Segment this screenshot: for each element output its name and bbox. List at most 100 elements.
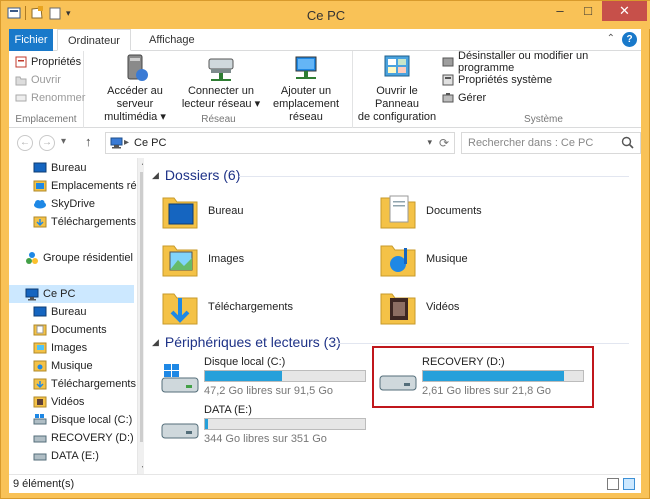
tab-view[interactable]: Affichage — [139, 29, 205, 51]
cloud-icon — [33, 197, 47, 211]
status-bar: 9 élément(s) — [9, 474, 641, 493]
folder-music[interactable]: Musique — [378, 236, 468, 282]
collapse-chevron-icon[interactable]: ◢ — [152, 170, 159, 181]
group-system: Ouvrir le Panneau de configuration Désin… — [354, 50, 643, 128]
details-view-icon[interactable] — [607, 478, 619, 490]
computer-icon — [25, 287, 39, 301]
nav-item-pictures[interactable]: Images — [33, 339, 87, 357]
nav-item-label: Bureau — [51, 306, 87, 318]
nav-item-desktop[interactable]: Bureau — [33, 303, 86, 321]
nav-item-label: Disque local (C:) — [51, 414, 133, 426]
nav-item-drive-d[interactable]: RECOVERY (D:) — [33, 429, 134, 447]
homegroup-icon — [25, 251, 39, 265]
folder-documents[interactable]: Documents — [378, 188, 482, 234]
ribbon-collapse-icon[interactable]: ⌃ — [607, 33, 615, 44]
nav-item-documents[interactable]: Documents — [33, 321, 107, 339]
recent-locations-icon[interactable]: ▾ — [61, 136, 66, 147]
control-panel-icon — [381, 53, 413, 83]
drive-icon — [160, 412, 200, 444]
control-panel-label-2: de configuration — [357, 111, 437, 123]
recent-places-icon — [33, 179, 47, 193]
tab-computer[interactable]: Ordinateur — [57, 29, 131, 51]
search-box[interactable]: Rechercher dans : Ce PC — [461, 132, 641, 154]
address-bar[interactable]: ▸ Ce PC ▾ ⟳ — [105, 132, 455, 154]
nav-item-desktop-fav[interactable]: Bureau — [33, 159, 86, 177]
documents-folder-icon — [33, 323, 47, 337]
search-icon[interactable] — [621, 136, 634, 152]
folder-label: Téléchargements — [208, 301, 293, 313]
manage-icon — [442, 92, 454, 104]
tiles-view-icon[interactable] — [623, 478, 635, 490]
nav-item-label: Téléchargements — [51, 378, 136, 390]
nav-item-downloads-fav[interactable]: Téléchargements — [33, 213, 136, 231]
media-server-label: Accéder au serveur — [107, 85, 163, 110]
downloads-folder-icon — [33, 215, 47, 229]
uninstall-program-button[interactable]: Désinstaller ou modifier un programme — [442, 50, 643, 74]
nav-item-drive-c[interactable]: Disque local (C:) — [33, 411, 132, 429]
search-input[interactable]: Rechercher dans : Ce PC — [468, 137, 593, 149]
forward-button[interactable]: → — [39, 135, 55, 151]
properties-button[interactable]: Propriétés — [15, 53, 81, 71]
nav-item-skydrive[interactable]: SkyDrive — [33, 195, 95, 213]
nav-item-music[interactable]: Musique — [33, 357, 93, 375]
drive-c[interactable]: Disque local (C:) 47,2 Go libres sur 91,… — [160, 356, 380, 402]
navigation-bar: ← → ▾ ↑ ▸ Ce PC ▾ ⟳ Rechercher dans : Ce… — [9, 128, 641, 158]
window-controls: – □ ✕ — [546, 1, 647, 21]
folders-section-header[interactable]: ◢ Dossiers (6) — [152, 167, 240, 183]
nav-item-videos[interactable]: Vidéos — [33, 393, 84, 411]
map-drive-button[interactable]: Connecter un lecteur réseau ▾ — [181, 53, 261, 111]
rename-button[interactable]: Renommer — [15, 89, 85, 107]
address-dropdown-icon[interactable]: ▾ — [427, 137, 432, 148]
maximize-button[interactable]: □ — [574, 1, 602, 21]
group-label-network: Réseau — [201, 114, 236, 125]
nav-item-drive-e[interactable]: DATA (E:) — [33, 447, 99, 465]
navigation-pane: Bureau Emplacements ré SkyDrive Téléchar… — [9, 158, 149, 474]
explorer-window: ▾ Ce PC – □ ✕ Fichier Ordinateur Afficha… — [0, 0, 650, 499]
close-button[interactable]: ✕ — [602, 1, 647, 21]
folder-pictures[interactable]: Images — [160, 236, 244, 282]
manage-button[interactable]: Gérer — [442, 89, 486, 107]
folder-videos[interactable]: Vidéos — [378, 284, 459, 330]
system-drive-icon — [160, 364, 200, 396]
item-count: 9 élément(s) — [13, 478, 75, 490]
drive-e[interactable]: DATA (E:) 344 Go libres sur 351 Go — [160, 404, 380, 450]
add-network-location-label: Ajouter un — [280, 85, 332, 97]
computer-icon — [110, 137, 123, 152]
nav-item-label: Ce PC — [43, 288, 76, 300]
up-button[interactable]: ↑ — [85, 134, 92, 149]
desktop-folder-icon — [160, 190, 200, 232]
refresh-icon[interactable]: ⟳ — [439, 136, 449, 150]
breadcrumb-separator-icon: ▸ — [124, 137, 130, 148]
breadcrumb[interactable]: Ce PC — [134, 137, 166, 149]
drives-section-title: Périphériques et lecteurs (3) — [164, 334, 341, 350]
nav-item-homegroup[interactable]: Groupe résidentiel — [25, 249, 133, 267]
downloads-folder-icon — [33, 377, 47, 391]
nav-item-label: RECOVERY (D:) — [51, 432, 134, 444]
folder-downloads[interactable]: Téléchargements — [160, 284, 293, 330]
drive-free-space: 344 Go libres sur 351 Go — [204, 433, 327, 445]
help-icon[interactable]: ? — [622, 32, 637, 47]
ribbon-tabs: Fichier Ordinateur Affichage ⌃ ? — [9, 29, 641, 51]
tab-file[interactable]: Fichier — [9, 29, 53, 51]
control-panel-button[interactable]: Ouvrir le Panneau de configuration — [354, 53, 440, 124]
drives-section-header[interactable]: ◢ Périphériques et lecteurs (3) — [152, 334, 341, 350]
nav-item-recent-places[interactable]: Emplacements ré — [33, 177, 137, 195]
nav-item-this-pc[interactable]: Ce PC — [9, 285, 134, 303]
map-drive-label-2: lecteur réseau ▾ — [181, 98, 261, 110]
open-button[interactable]: Ouvrir — [15, 71, 61, 89]
manage-label: Gérer — [458, 92, 487, 104]
rename-label: Renommer — [31, 92, 86, 104]
folders-section-title: Dossiers (6) — [164, 167, 241, 183]
minimize-button[interactable]: – — [546, 1, 574, 21]
nav-item-label: Documents — [51, 324, 107, 336]
group-label-location: Emplacement — [15, 114, 77, 125]
pictures-folder-icon — [160, 238, 200, 280]
folder-desktop[interactable]: Bureau — [160, 188, 243, 234]
network-location-icon — [290, 53, 322, 83]
back-button[interactable]: ← — [17, 135, 33, 151]
collapse-chevron-icon[interactable]: ◢ — [152, 337, 159, 348]
media-server-icon — [119, 53, 151, 83]
nav-item-label: SkyDrive — [51, 198, 96, 210]
nav-item-downloads[interactable]: Téléchargements — [33, 375, 136, 393]
system-properties-button[interactable]: Propriétés système — [442, 71, 552, 89]
